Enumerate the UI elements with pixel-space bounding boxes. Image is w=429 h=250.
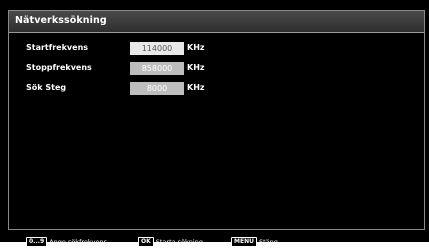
field-label: Startfrekvens bbox=[26, 43, 89, 52]
stop-frequency-input[interactable]: 858000 bbox=[130, 62, 184, 75]
hint-close[interactable]: MENU Stäng bbox=[231, 231, 278, 247]
search-step-input[interactable]: 8000 bbox=[130, 82, 184, 95]
hint-start-search[interactable]: OK Starta sökning bbox=[138, 231, 203, 247]
title-bar: Nätverkssökning bbox=[9, 11, 424, 33]
field-search-step[interactable]: Sök Steg 8000 KHz bbox=[9, 82, 424, 96]
field-label: Stoppfrekvens bbox=[26, 63, 92, 72]
field-label: Sök Steg bbox=[26, 83, 67, 92]
field-unit: KHz bbox=[187, 83, 205, 92]
footer-hints: 0...9 Ange sökfrekvens OK Starta sökning M… bbox=[0, 230, 429, 247]
tv-screen: Nätverkssökning Startfrekvens 114000 KHz… bbox=[0, 0, 429, 247]
field-unit: KHz bbox=[187, 63, 205, 72]
start-frequency-input[interactable]: 114000 bbox=[130, 42, 184, 55]
hint-enter-frequency[interactable]: 0...9 Ange sökfrekvens bbox=[26, 231, 107, 247]
dialog-title: Nätverkssökning bbox=[15, 15, 107, 26]
field-unit: KHz bbox=[187, 43, 205, 52]
field-stop-frequency[interactable]: Stoppfrekvens 858000 KHz bbox=[9, 62, 424, 76]
network-scan-dialog: Nätverkssökning Startfrekvens 114000 KHz… bbox=[8, 10, 425, 230]
field-start-frequency[interactable]: Startfrekvens 114000 KHz bbox=[9, 42, 424, 56]
